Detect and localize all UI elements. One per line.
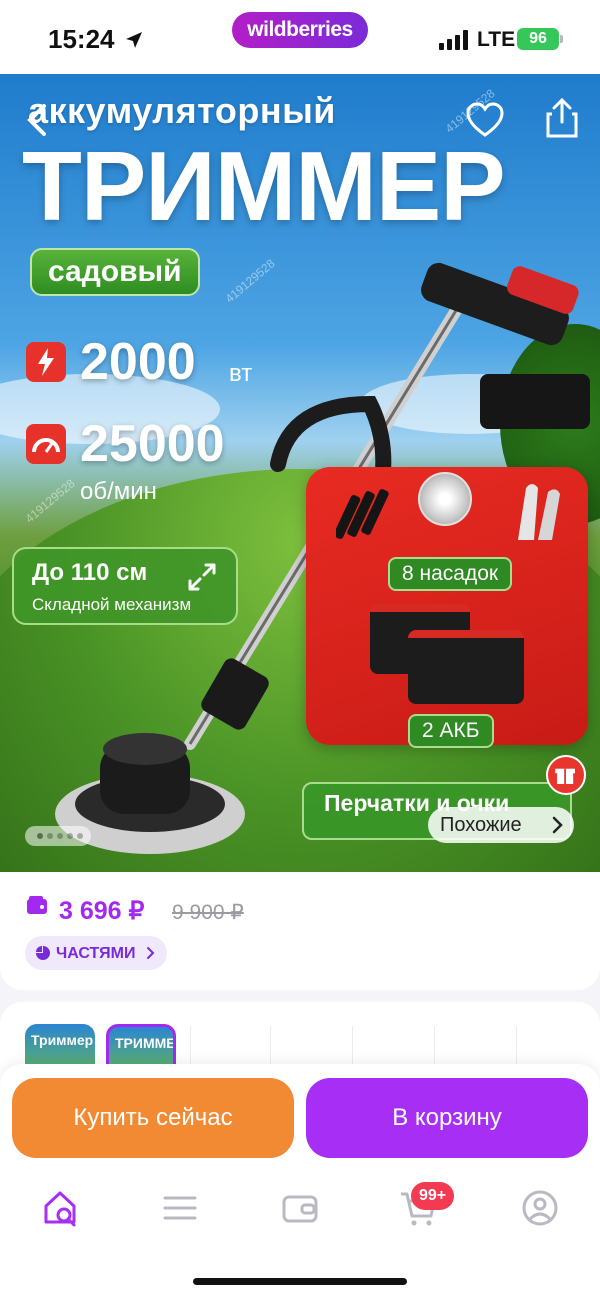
carousel-dot — [47, 833, 53, 839]
trimmer-blades-icon — [336, 489, 389, 539]
bottom-panel: Купить сейчас В корзину 99+ — [0, 1064, 600, 1297]
carousel-dot — [67, 833, 73, 839]
chevron-right-icon — [552, 816, 563, 834]
gift-icon[interactable] — [546, 755, 586, 795]
price-card: 3 696 ₽ 9 900 ₽ ЧАСТЯМИ — [0, 872, 600, 990]
back-icon[interactable] — [24, 102, 52, 138]
heart-icon[interactable] — [466, 102, 504, 138]
battery-tip — [560, 35, 563, 43]
status-time: 15:24 — [48, 24, 115, 54]
network-type: LTE — [477, 28, 516, 51]
carousel-dots — [25, 826, 91, 846]
menu-icon[interactable] — [160, 1188, 200, 1228]
attachments-label: 8 насадок — [388, 557, 513, 591]
installments-button[interactable]: ЧАСТЯМИ — [25, 936, 167, 970]
product-screen: 15:24 wildberries LTE 96 419129528 41912… — [0, 0, 600, 1297]
brand-logo[interactable]: wildberries — [232, 12, 368, 48]
batteries-label: 2 АКБ — [408, 714, 494, 748]
old-price: 9 900 ₽ — [172, 901, 244, 924]
saw-disc-icon — [418, 472, 472, 526]
product-image-carousel[interactable]: 419129528 419129528 419129528 419129528 … — [0, 74, 600, 872]
pie-icon — [36, 946, 50, 960]
signal-icon — [439, 30, 468, 50]
similar-label: Похожие — [440, 814, 522, 836]
buy-now-button[interactable]: Купить сейчас — [12, 1078, 294, 1158]
battery-icon: 96 — [517, 28, 559, 50]
share-icon[interactable] — [544, 98, 580, 138]
installments-label: ЧАСТЯМИ — [56, 945, 136, 962]
home-search-icon[interactable] — [40, 1188, 80, 1228]
profile-icon[interactable] — [520, 1188, 560, 1228]
current-price: 3 696 ₽ — [59, 897, 145, 925]
add-to-cart-button[interactable]: В корзину — [306, 1078, 588, 1158]
status-bar: 15:24 wildberries LTE 96 — [0, 0, 600, 74]
thumbnail-1-text: Триммер — [31, 1032, 94, 1048]
thumbnail-2-text: ТРИММЕ — [115, 1035, 176, 1051]
carousel-dot — [57, 833, 63, 839]
battery-pack-2 — [408, 630, 524, 704]
gloves-icon — [518, 484, 560, 540]
cart-badge: 99+ — [411, 1182, 455, 1210]
home-indicator — [193, 1278, 407, 1285]
wallet-icon — [27, 896, 47, 914]
hero-subtitle: аккумуляторный — [28, 90, 336, 131]
carousel-dot — [77, 833, 83, 839]
carousel-dot-active — [37, 833, 43, 839]
location-arrow-icon — [126, 32, 142, 48]
wallet-tab-icon[interactable] — [280, 1188, 320, 1228]
chevron-right-icon — [147, 947, 155, 959]
similar-button[interactable]: Похожие — [428, 807, 574, 843]
